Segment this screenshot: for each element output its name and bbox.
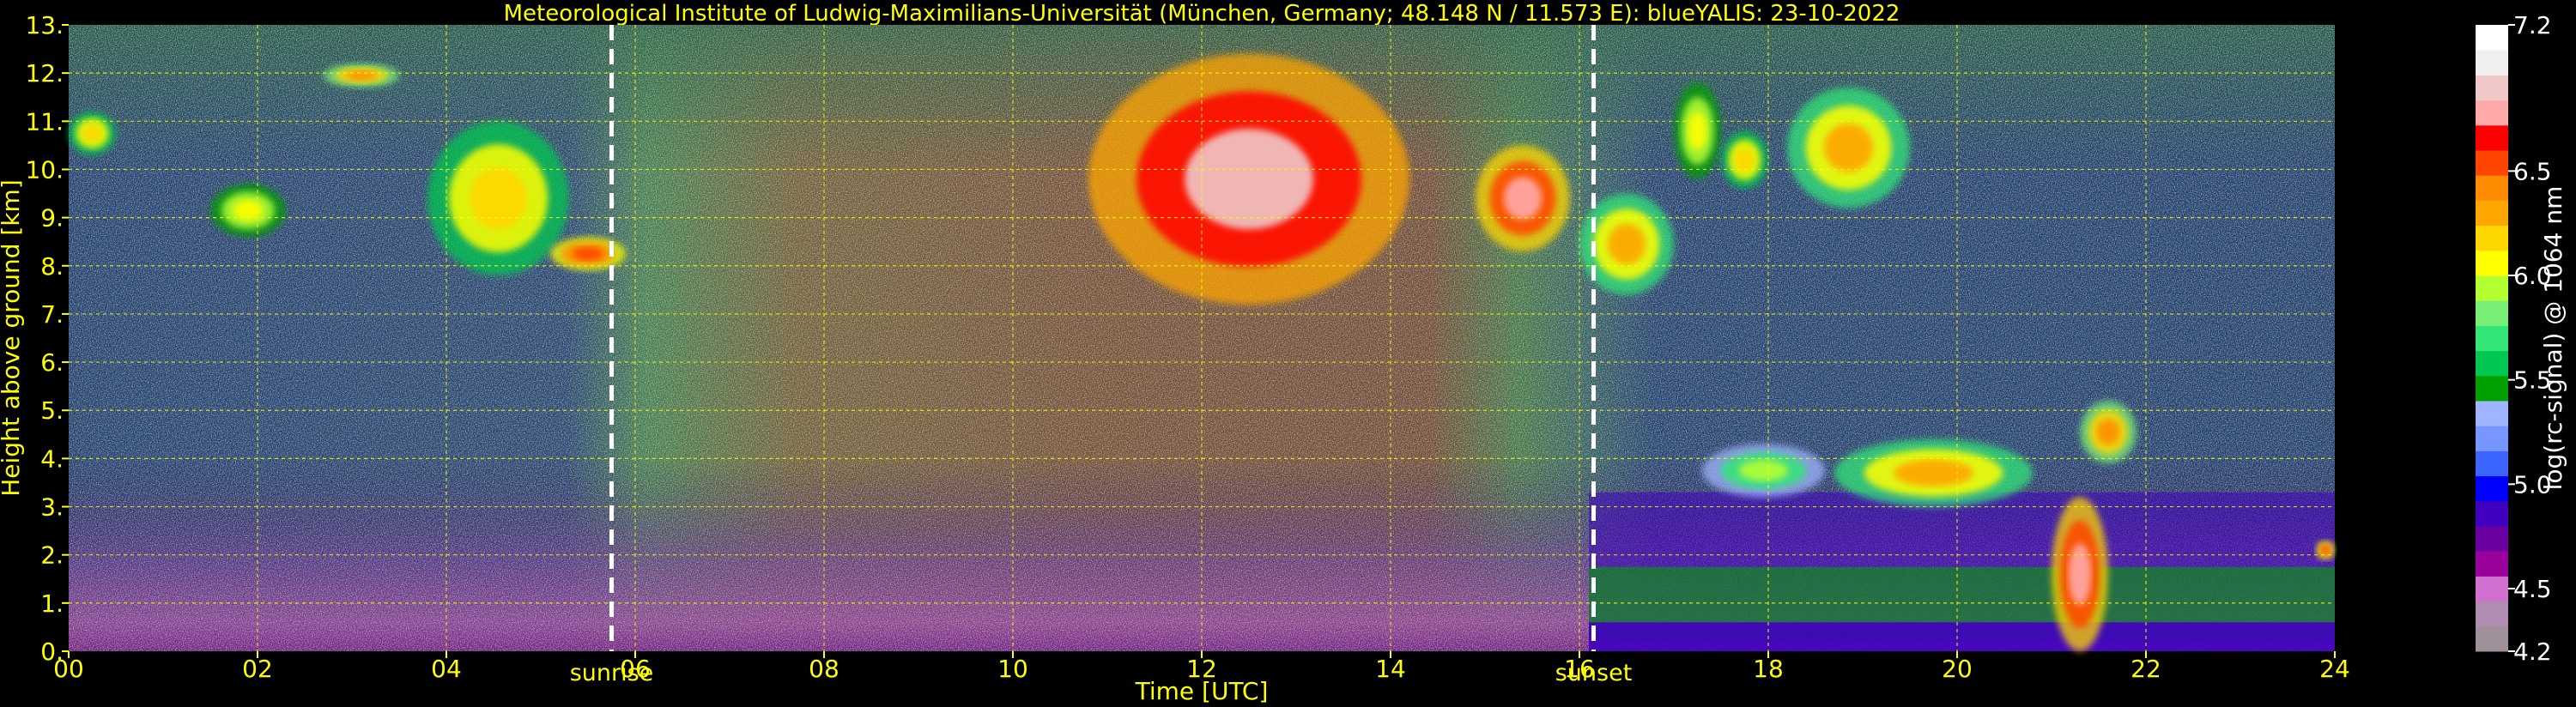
cirrus-feature <box>1476 145 1570 251</box>
colorbar-swatch <box>2476 300 2508 326</box>
colorbar-swatch <box>2476 150 2508 176</box>
colorbar-tick-label: 4.5 <box>2513 575 2552 603</box>
cirrus-feature <box>1088 53 1409 305</box>
colorbar-swatch <box>2476 325 2508 352</box>
feature-core <box>1823 124 1874 172</box>
colorbar-swatch <box>2476 475 2508 502</box>
y-axis: 0. 1. 2. 3. 4. 5. 6. 7. 8. 9. 10. 11. 12. 13. <box>25 11 69 666</box>
y-tick-label: 9. <box>40 204 64 233</box>
colorbar-swatch <box>2476 500 2508 527</box>
y-tick-label: 3. <box>40 493 64 522</box>
y-tick-label: 4. <box>40 444 64 473</box>
x-tick-label: 24 <box>2319 655 2350 683</box>
x-tick-label: 22 <box>2131 655 2161 683</box>
colorbar-swatch <box>2476 450 2508 477</box>
cloud-feature <box>1702 444 1825 498</box>
y-tick-label: 7. <box>40 300 64 329</box>
colorbar-swatch <box>2476 576 2508 602</box>
x-tick-label: 14 <box>1375 655 1406 683</box>
colorbar-swatch <box>2476 625 2508 652</box>
colorbar-swatch <box>2476 200 2508 227</box>
colorbar-swatch <box>2476 601 2508 627</box>
lidar-chart: Meteorological Institute of Ludwig-Maxim… <box>0 1 2567 705</box>
plot-area: sunrise sunset <box>69 25 2335 686</box>
colorbar-tick-label: 7.2 <box>2513 11 2552 39</box>
x-tick-label: 10 <box>997 655 1028 683</box>
colorbar-swatch <box>2476 25 2508 51</box>
aerosol-layer-ground <box>1589 622 2335 651</box>
colorbar-tick-label: 6.5 <box>2513 157 2552 185</box>
colorbar-swatch <box>2476 100 2508 126</box>
cirrus-feature <box>1674 82 1721 179</box>
colorbar-swatch <box>2476 175 2508 201</box>
feature-core <box>470 167 527 230</box>
colorbar-swatch <box>2476 275 2508 301</box>
colorbar-label: log(rc-signal) @ 1064 nm <box>2539 186 2567 491</box>
colorbar-swatch <box>2476 124 2508 151</box>
y-tick-label: 0. <box>40 638 64 666</box>
y-tick-label: 2. <box>40 541 64 570</box>
colorbar-swatch <box>2476 50 2508 76</box>
feature-core <box>1735 148 1755 172</box>
colorbar-swatch <box>2476 551 2508 577</box>
y-tick-label: 11. <box>25 107 64 136</box>
y-tick-label: 10. <box>25 155 64 184</box>
colorbar-swatch <box>2476 350 2508 377</box>
cirrus-feature <box>210 184 286 238</box>
cloud-feature <box>2052 497 2108 652</box>
x-tick-label: 04 <box>431 655 462 683</box>
x-tick-label: 02 <box>242 655 273 683</box>
cirrus-feature <box>69 112 116 155</box>
feature-core <box>1688 112 1707 151</box>
feature-core <box>2068 543 2092 606</box>
colorbar-swatch <box>2476 250 2508 276</box>
y-tick-label: 5. <box>40 396 64 425</box>
y-tick-label: 6. <box>40 348 64 377</box>
colorbar-tick-label: 4.2 <box>2513 638 2552 666</box>
feature-core <box>1504 177 1542 220</box>
feature-core <box>1738 460 1789 481</box>
aerosol-feature <box>1589 492 2335 651</box>
cirrus-feature <box>1721 130 1768 189</box>
cirrus-feature <box>324 63 399 88</box>
y-tick-label: 12. <box>25 59 64 88</box>
feature-core <box>2096 419 2120 445</box>
chart-title: Meteorological Institute of Ludwig-Maxim… <box>504 1 1900 27</box>
x-tick-label: 06 <box>620 655 651 683</box>
feature-core <box>573 246 603 261</box>
feature-core <box>346 70 377 81</box>
y-tick-label: 8. <box>40 252 64 281</box>
colorbar-swatch <box>2476 225 2508 251</box>
cloud-feature <box>2316 540 2335 560</box>
cirrus-feature <box>427 121 569 275</box>
cloud-feature <box>1834 438 2033 507</box>
x-tick-label: 08 <box>809 655 839 683</box>
x-axis-label: Time [UTC] <box>1135 677 1269 705</box>
cirrus-feature <box>1787 88 1910 208</box>
feature-core <box>1608 223 1646 265</box>
colorbar-swatch <box>2476 426 2508 451</box>
feature-core <box>1894 459 1973 486</box>
feature-core <box>2321 546 2330 554</box>
y-axis-label: Height above ground [km] <box>0 179 25 497</box>
colorbar-swatch <box>2476 526 2508 552</box>
x-tick-label: 16 <box>1564 655 1595 683</box>
colorbar-swatch <box>2476 75 2508 101</box>
y-tick-label: 1. <box>40 589 64 618</box>
feature-core <box>82 124 102 142</box>
colorbar-swatch <box>2476 401 2508 426</box>
y-tick-label: 13. <box>25 11 64 39</box>
x-tick-label: 18 <box>1753 655 1784 683</box>
feature-core <box>1185 129 1313 230</box>
colorbar-swatch <box>2476 375 2508 402</box>
x-tick-label: 20 <box>1942 655 1973 683</box>
